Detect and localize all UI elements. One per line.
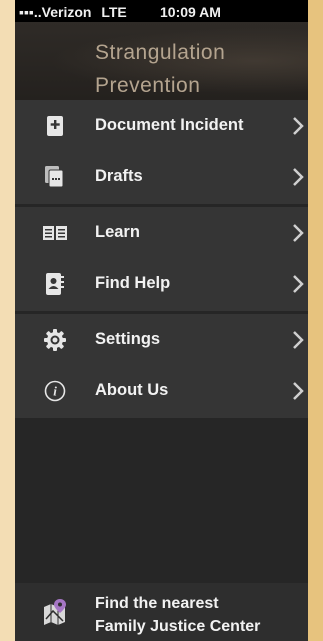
menu-item-find-help[interactable]: Find Help xyxy=(15,259,323,309)
menu-group-app: Settings i About Us xyxy=(15,314,323,418)
carrier-name: Verizon xyxy=(41,4,92,20)
menu-label: Learn xyxy=(95,223,140,241)
document-plus-icon xyxy=(43,114,67,138)
network-type: LTE xyxy=(101,4,127,20)
signal-carrier: ▪▪▪..Verizon LTE xyxy=(19,4,127,20)
background-edge xyxy=(308,0,323,641)
signal-icon: ▪▪▪.. xyxy=(19,4,42,20)
status-bar: ▪▪▪..Verizon LTE 10:09 AM 9 xyxy=(15,0,323,22)
chevron-right-icon xyxy=(293,117,304,135)
menu-item-learn[interactable]: Learn xyxy=(15,208,323,258)
menu-item-about-us[interactable]: i About Us xyxy=(15,366,323,416)
footer-line2: Family Justice Center xyxy=(95,618,261,635)
drafts-icon xyxy=(43,165,67,189)
menu-label: Document Incident xyxy=(95,116,244,134)
app-header: Strangulation Prevention xyxy=(15,22,323,100)
chevron-right-icon xyxy=(293,224,304,242)
app-title-line1: Strangulation xyxy=(95,41,226,64)
menu-label: Drafts xyxy=(95,167,143,185)
menu-label: Settings xyxy=(95,330,161,348)
gear-icon xyxy=(43,328,67,352)
chevron-right-icon xyxy=(293,331,304,349)
menu-group-help: Learn Find Help xyxy=(15,207,323,311)
app-title-line2: Prevention xyxy=(95,74,201,97)
menu-item-settings[interactable]: Settings xyxy=(15,315,323,365)
chevron-right-icon xyxy=(293,382,304,400)
app-screen: ▪▪▪..Verizon LTE 10:09 AM 9 Strangulatio… xyxy=(15,0,323,641)
menu-label: Find Help xyxy=(95,274,171,292)
status-time: 10:09 AM xyxy=(160,4,221,20)
chevron-right-icon xyxy=(293,168,304,186)
menu-group-incidents: Document Incident Drafts xyxy=(15,100,323,204)
menu-item-document-incident[interactable]: Document Incident xyxy=(15,101,323,151)
phone-contact-icon xyxy=(43,272,67,296)
menu-label: About Us xyxy=(95,381,169,399)
menu-item-drafts[interactable]: Drafts xyxy=(15,152,323,202)
book-icon xyxy=(43,221,67,245)
footer-line1: Find the nearest xyxy=(95,595,219,612)
svg-text:i: i xyxy=(53,384,57,399)
chevron-right-icon xyxy=(293,275,304,293)
app-title: Strangulation Prevention xyxy=(95,36,225,102)
find-justice-center-button[interactable]: Find the nearest Family Justice Center xyxy=(15,583,323,641)
info-icon: i xyxy=(43,379,67,403)
map-pin-icon xyxy=(44,599,66,625)
